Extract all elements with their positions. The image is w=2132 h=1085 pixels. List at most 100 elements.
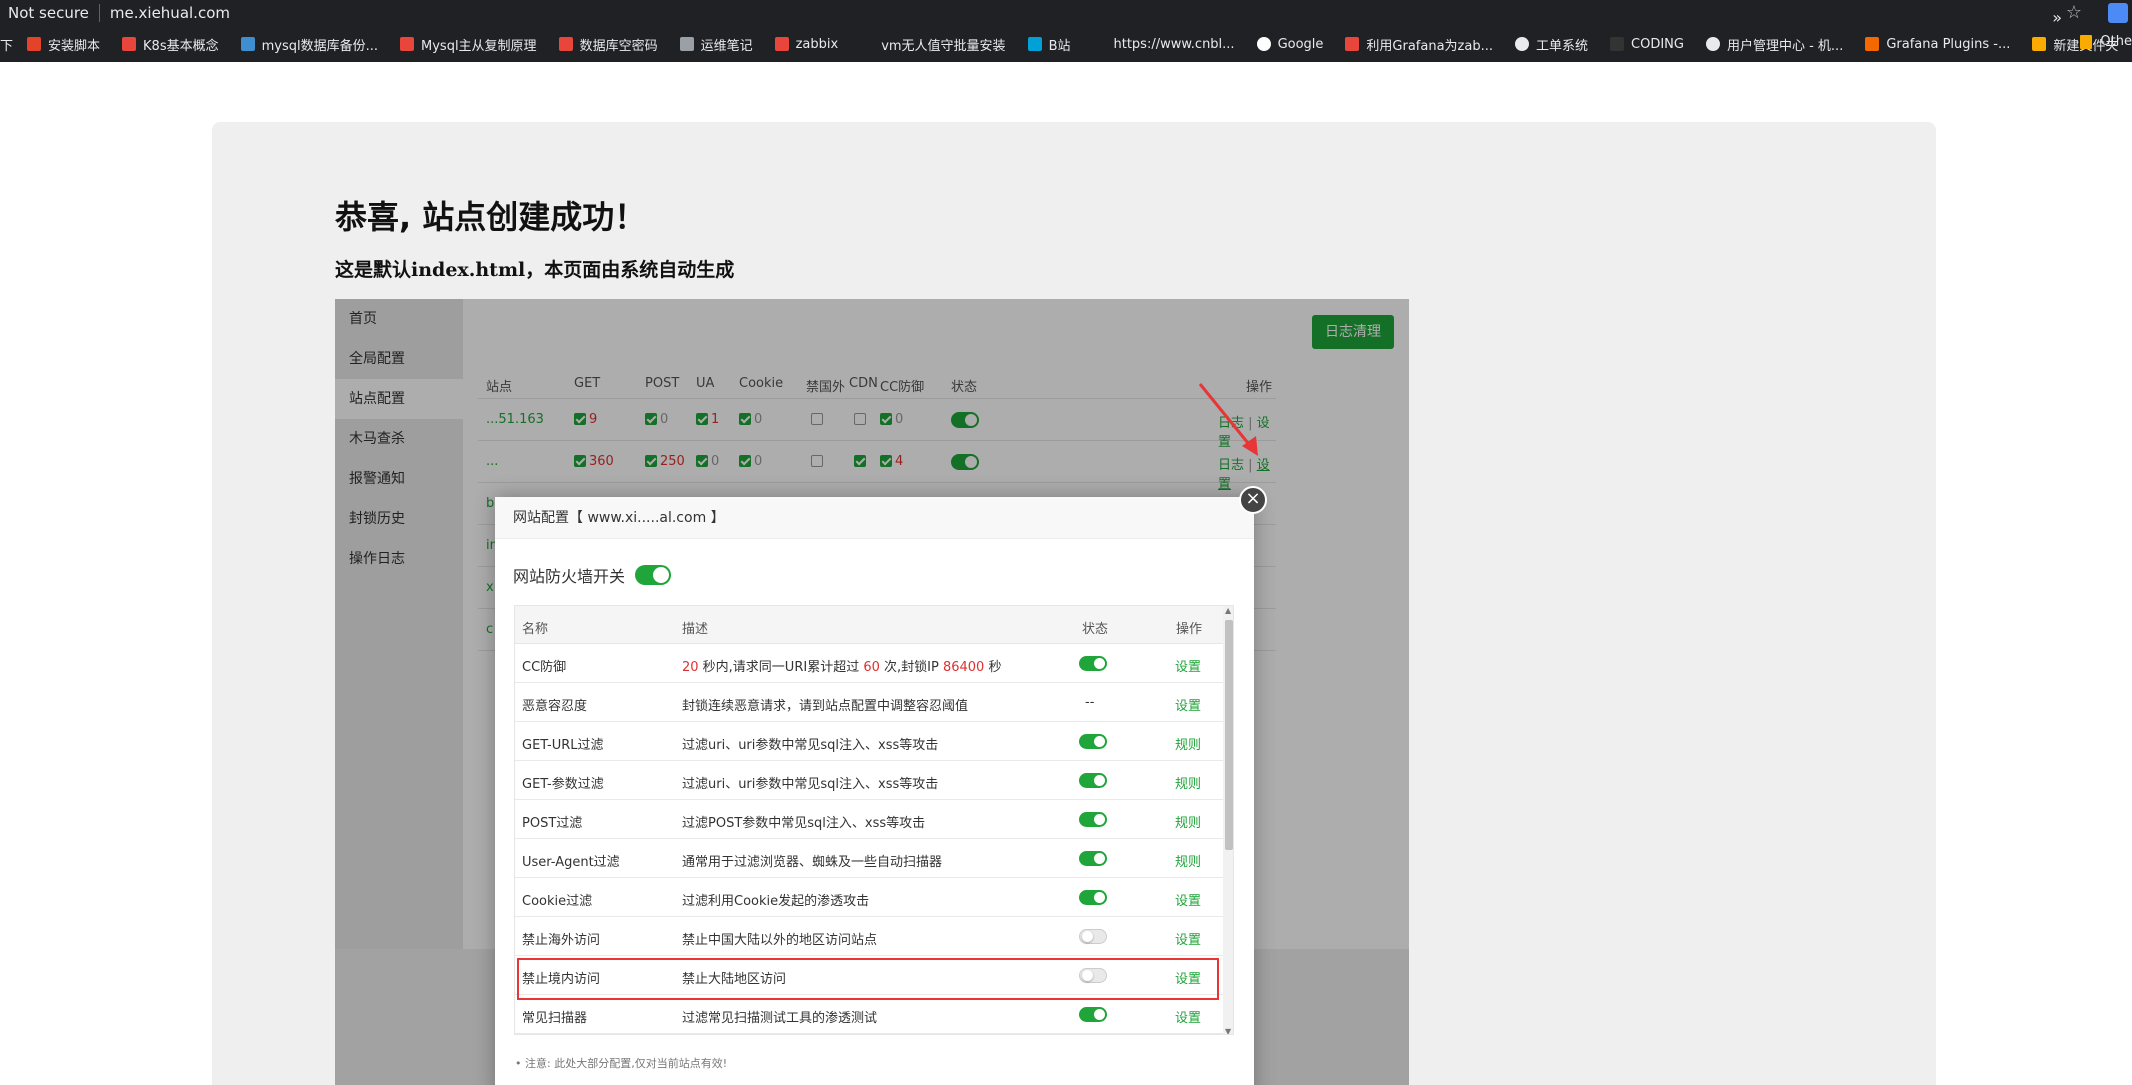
rule-op-link[interactable]: 设置 — [1175, 656, 1201, 675]
rule-status-toggle[interactable] — [1079, 812, 1107, 827]
rule-name: Cookie过滤 — [522, 894, 593, 909]
scroll-up-icon[interactable]: ▲ — [1225, 606, 1231, 615]
bookmark-label: vm无人值守批量安装 — [881, 38, 1006, 54]
rule-desc: 20 秒内,请求同一URI累计超过 60 次,封锁IP 86400 秒 — [682, 660, 1002, 675]
rule-op-link[interactable]: 规则 — [1175, 773, 1201, 792]
url-text[interactable]: me.xiehual.com — [110, 4, 230, 22]
bookmark-item[interactable]: 安装脚本 — [27, 35, 100, 54]
address-bar[interactable]: Not secure me.xiehual.com ☆ — [0, 0, 2132, 26]
rule-desc: 过滤POST参数中常见sql注入、xss等攻击 — [682, 816, 926, 831]
bookmark-label: 工单系统 — [1536, 38, 1589, 54]
close-icon[interactable]: × — [1239, 486, 1267, 514]
rule-op-link[interactable]: 设置 — [1175, 695, 1201, 714]
rule-status-toggle[interactable] — [1079, 773, 1107, 788]
bookmark-label: 利用Grafana为zab... — [1366, 38, 1493, 54]
bookmark-partial[interactable]: 下 — [0, 35, 13, 54]
rule-op-link[interactable]: 设置 — [1175, 1007, 1201, 1026]
rule-status-toggle[interactable] — [1079, 1007, 1107, 1022]
star-icon[interactable]: ☆ — [2066, 2, 2082, 23]
bookmark-item[interactable]: vm无人值守批量安装 — [860, 35, 1006, 54]
bookmark-item[interactable]: mysql数据库备份... — [240, 35, 379, 54]
rule-desc: 过滤uri、uri参数中常见sql注入、xss等攻击 — [682, 738, 939, 753]
firewall-toggle[interactable] — [635, 565, 672, 585]
blank-icon — [1092, 37, 1107, 51]
bookmark-item[interactable]: Grafana Plugins -... — [1865, 37, 2010, 52]
chevron-more-icon[interactable]: » — [2052, 8, 2062, 27]
rule-op-link[interactable]: 设置 — [1175, 890, 1201, 909]
bookmark-item[interactable]: zabbix — [774, 36, 839, 52]
bookmark-item[interactable]: 用户管理中心 - 机... — [1705, 35, 1844, 54]
firewall-switch-label: 网站防火墙开关 — [513, 567, 626, 586]
bookmark-other[interactable]: Othe — [2080, 34, 2132, 49]
folder-icon — [2032, 37, 2047, 51]
not-secure-label[interactable]: Not secure — [0, 4, 89, 22]
bookmark-label: Google — [1277, 36, 1324, 52]
bookmark-item[interactable]: K8s基本概念 — [122, 35, 219, 54]
grafana-icon — [1865, 37, 1880, 51]
col-desc: 描述 — [682, 622, 709, 637]
col-name: 名称 — [522, 622, 549, 637]
rule-table-scrollbar[interactable]: ▲ ▼ — [1223, 606, 1233, 1034]
rule-op-link[interactable]: 设置 — [1175, 929, 1201, 948]
bookmark-other-label: Othe — [2100, 34, 2132, 49]
bookmark-icon — [240, 37, 255, 51]
rule-table-header: 名称 描述 状态 操作 — [515, 606, 1223, 644]
bookmark-label: B站 — [1048, 38, 1071, 54]
csdn-icon — [400, 37, 415, 51]
bookmark-item[interactable]: 利用Grafana为zab... — [1345, 35, 1493, 54]
scroll-down-icon[interactable]: ▼ — [1225, 1027, 1231, 1034]
bookmark-label: Mysql主从复制原理 — [421, 38, 537, 54]
rule-desc: 过滤常见扫描测试工具的渗透测试 — [682, 1011, 878, 1026]
rule-name: GET-URL过滤 — [522, 738, 604, 753]
rule-op-link[interactable]: 规则 — [1175, 851, 1201, 870]
rule-desc: 封锁连续恶意请求，请到站点配置中调整容忍阈值 — [682, 699, 969, 714]
page-subtitle: 这是默认index.html，本页面由系统自动生成 — [335, 259, 735, 281]
bookmark-item[interactable]: Google — [1256, 36, 1324, 52]
blank-icon — [860, 37, 875, 51]
csdn-icon — [558, 37, 573, 51]
extension-icon[interactable] — [2108, 3, 2128, 23]
rule-name: GET-参数过滤 — [522, 777, 604, 792]
globe-icon — [1705, 37, 1720, 51]
bookmark-item[interactable]: https://www.cnbl... — [1092, 37, 1235, 52]
note-icon — [679, 37, 694, 51]
rule-name: 常见扫描器 — [522, 1011, 588, 1026]
rule-status-toggle[interactable] — [1079, 851, 1107, 866]
jianshu-icon — [1345, 37, 1360, 51]
highlight-box — [517, 958, 1219, 1000]
bookmark-label: K8s基本概念 — [143, 38, 219, 54]
bilibili-icon — [1027, 37, 1042, 51]
rule-name: User-Agent过滤 — [522, 855, 620, 870]
bookmark-item[interactable]: Mysql主从复制原理 — [400, 35, 537, 54]
rule-desc: 通常用于过滤浏览器、蜘蛛及一些自动扫描器 — [682, 855, 943, 870]
table-row: 禁止海外访问 禁止中国大陆以外的地区访问站点 设置 — [515, 917, 1223, 956]
rule-desc: 过滤利用Cookie发起的渗透攻击 — [682, 894, 870, 909]
bookmark-label: zabbix — [795, 36, 839, 52]
rule-desc: 禁止中国大陆以外的地区访问站点 — [682, 933, 878, 948]
table-row: Cookie过滤 过滤利用Cookie发起的渗透攻击 设置 — [515, 878, 1223, 917]
rule-status-toggle[interactable] — [1079, 656, 1107, 671]
table-row: GET-URL过滤 过滤uri、uri参数中常见sql注入、xss等攻击 规则 — [515, 722, 1223, 761]
rule-status-toggle[interactable] — [1079, 890, 1107, 905]
col-op: 操作 — [1176, 622, 1203, 637]
scroll-thumb[interactable] — [1225, 620, 1233, 850]
bookmark-item[interactable]: 工单系统 — [1515, 35, 1588, 54]
csdn-icon — [774, 37, 789, 51]
bookmark-item[interactable]: 运维笔记 — [679, 35, 753, 54]
rule-status-toggle[interactable] — [1079, 929, 1107, 944]
bookmark-item[interactable]: CODING — [1610, 37, 1684, 52]
rule-op-link[interactable]: 规则 — [1175, 734, 1201, 753]
rule-status-toggle[interactable] — [1079, 734, 1107, 749]
bookmark-label: mysql数据库备份... — [261, 38, 379, 54]
rule-name: 禁止海外访问 — [522, 933, 601, 948]
firewall-switch-row: 网站防火墙开关 — [513, 563, 672, 587]
bookmark-item[interactable]: 数据库空密码 — [558, 35, 658, 54]
bookmark-item[interactable]: B站 — [1027, 35, 1071, 54]
bookmark-label: 用户管理中心 - 机... — [1726, 38, 1844, 54]
col-status: 状态 — [1082, 622, 1109, 637]
bookmark-label: Grafana Plugins -... — [1886, 36, 2011, 52]
bookmark-label: 安装脚本 — [48, 38, 101, 54]
note-text: • 注意: 此处大部分配置,仅对当前站点有效! — [515, 1057, 728, 1070]
table-row: POST过滤 过滤POST参数中常见sql注入、xss等攻击 规则 — [515, 800, 1223, 839]
rule-op-link[interactable]: 规则 — [1175, 812, 1201, 831]
